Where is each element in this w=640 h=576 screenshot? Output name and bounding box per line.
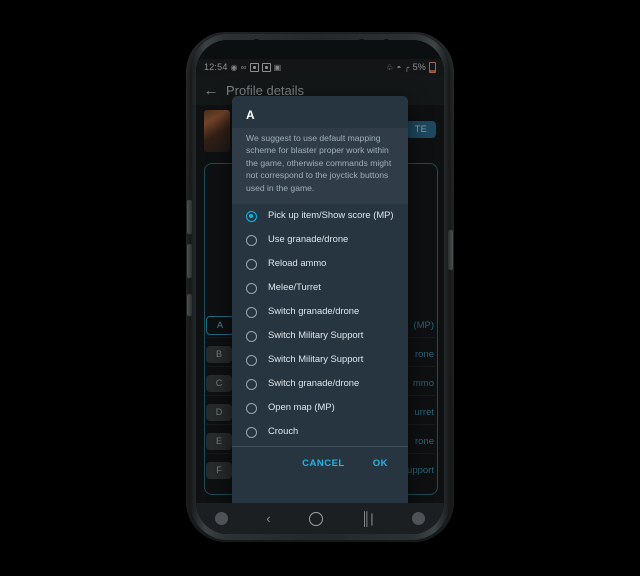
option-label: Use granade/drone (268, 233, 349, 245)
assistant-side-button[interactable] (187, 294, 192, 316)
cancel-button[interactable]: CANCEL (302, 458, 345, 469)
radio-icon[interactable] (246, 283, 257, 295)
list-item[interactable]: Switch granade/drone (232, 300, 408, 324)
ok-button[interactable]: OK (373, 458, 388, 469)
list-item[interactable]: Crouch (232, 420, 408, 444)
list-item[interactable]: Melee/Turret (232, 276, 408, 300)
list-item[interactable]: Pick up item/Show score (MP) (232, 204, 408, 228)
home-circle-icon[interactable] (308, 511, 323, 526)
radio-icon[interactable] (246, 379, 257, 391)
mapping-dialog: A We suggest to use default mapping sche… (232, 96, 408, 508)
list-item[interactable]: Open map (MP) (232, 396, 408, 420)
assistant-icon[interactable] (215, 512, 229, 525)
recents-icon[interactable]: ║| (361, 511, 374, 526)
volume-down-button[interactable] (187, 244, 192, 278)
screen: 12:54 ◉ ∞ ▣ ♧ ◓ ╭ 5% ← Profile details T… (196, 40, 444, 534)
option-label: Switch Military Support (268, 329, 364, 341)
radio-icon[interactable] (246, 211, 257, 223)
option-label: Switch Military Support (268, 353, 364, 365)
option-label: Pick up item/Show score (MP) (268, 209, 394, 221)
list-item[interactable]: Switch Military Support (232, 324, 408, 348)
radio-icon[interactable] (246, 235, 257, 247)
radio-icon[interactable] (246, 307, 257, 319)
screenshot-root: 12:54 ◉ ∞ ▣ ♧ ◓ ╭ 5% ← Profile details T… (0, 0, 640, 576)
phone-screen-area: 12:54 ◉ ∞ ▣ ♧ ◓ ╭ 5% ← Profile details T… (196, 40, 444, 534)
back-chevron-icon[interactable]: ‹ (266, 511, 270, 526)
dialog-title: A (246, 108, 255, 122)
dialog-actions: CANCEL OK (232, 447, 408, 481)
option-label: Switch granade/drone (268, 377, 360, 389)
list-item[interactable]: Reload ammo (232, 252, 408, 276)
radio-icon[interactable] (246, 355, 257, 367)
dialog-option-list[interactable]: Pick up item/Show score (MP) Use granade… (232, 204, 408, 446)
option-label: Melee/Turret (268, 281, 321, 293)
radio-icon[interactable] (246, 403, 257, 415)
radio-icon[interactable] (246, 259, 257, 271)
radio-icon[interactable] (246, 331, 257, 343)
option-label: Open map (MP) (268, 401, 335, 413)
list-item[interactable]: Switch Military Support (232, 348, 408, 372)
dialog-message: We suggest to use default mapping scheme… (232, 128, 408, 205)
android-nav-bar: ‹ ║| (196, 503, 444, 534)
option-label: Switch granade/drone (268, 305, 360, 317)
power-button[interactable] (448, 230, 453, 270)
list-item[interactable]: Use granade/drone (232, 228, 408, 252)
list-item[interactable]: Switch granade/drone (232, 372, 408, 396)
option-label: Reload ammo (268, 257, 327, 269)
volume-up-button[interactable] (187, 200, 192, 234)
keyboard-toggle-icon[interactable] (411, 512, 425, 525)
radio-icon[interactable] (246, 427, 257, 439)
option-label: Crouch (268, 425, 299, 437)
